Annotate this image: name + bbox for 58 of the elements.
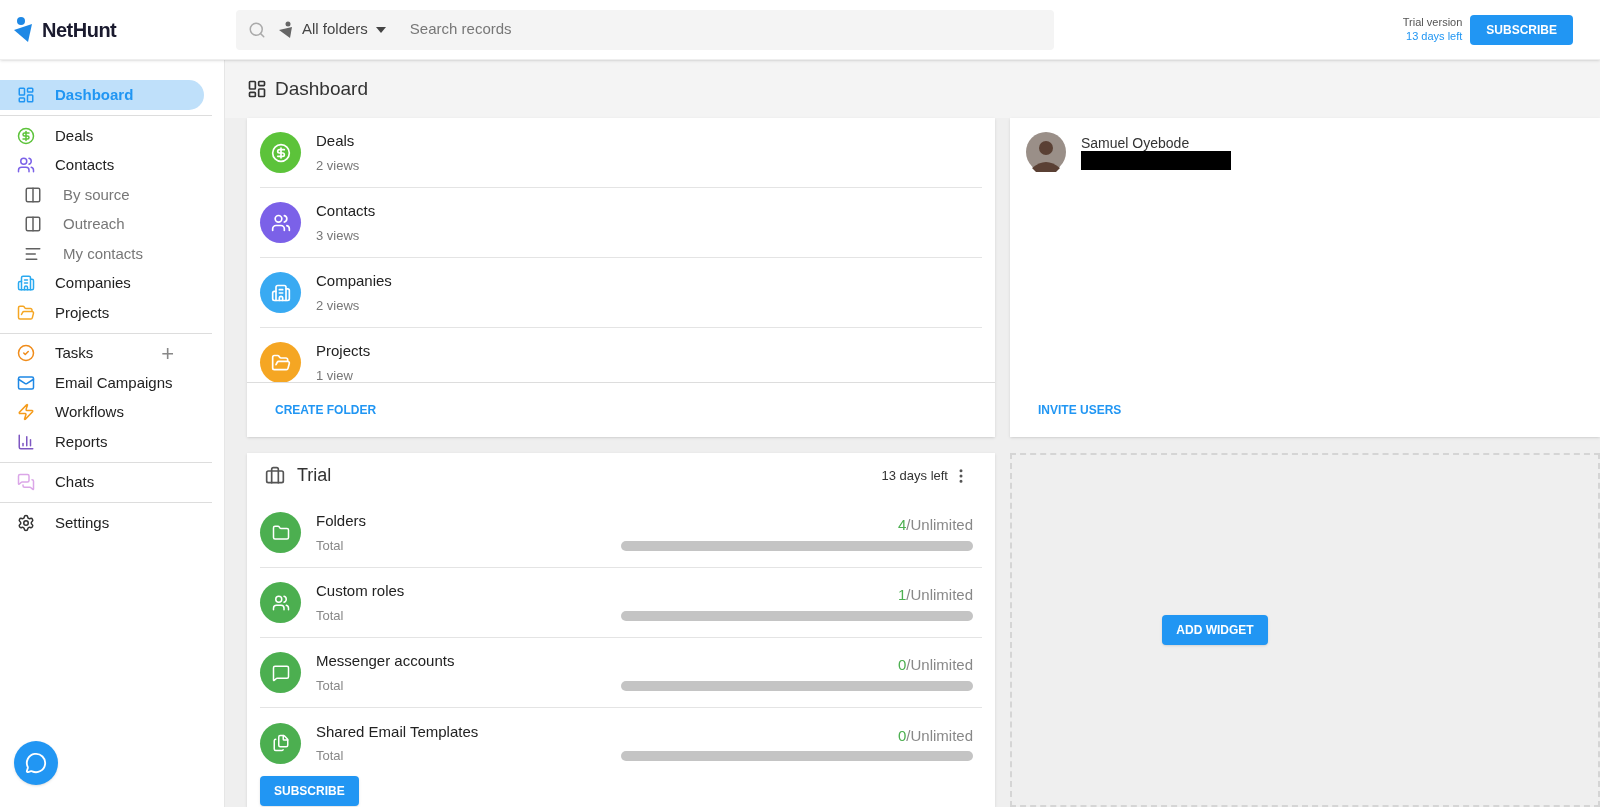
sidebar-item[interactable]: Chats — [0, 467, 204, 497]
sidebar-item[interactable]: Workflows — [0, 397, 204, 427]
sidebar-item[interactable]: Projects — [0, 298, 204, 328]
sidebar-item[interactable]: Deals — [0, 121, 204, 151]
people-icon — [260, 582, 301, 623]
folder-icon — [260, 512, 301, 553]
folder-name: Deals — [316, 130, 356, 151]
page-title: Dashboard — [275, 76, 368, 101]
hunter-icon — [278, 20, 294, 39]
dashboard-icon — [247, 79, 267, 99]
search-field[interactable]: All folders Search records — [236, 9, 1054, 50]
chat-launcher[interactable] — [14, 741, 58, 785]
sidebar-item[interactable]: Settings — [0, 508, 204, 538]
folder-row[interactable]: Contacts 3 views — [260, 188, 982, 258]
trial-days-left: 13 days left — [881, 466, 948, 485]
folder-views: 2 views — [316, 157, 360, 175]
chat-icon — [260, 652, 301, 693]
folder-views: 3 views — [316, 227, 361, 245]
avatar — [1026, 132, 1066, 172]
sidebar-item[interactable]: Reports — [0, 427, 204, 457]
folder-name: Companies — [316, 270, 392, 291]
brand-name: NetHunt — [42, 17, 117, 43]
limit-name: Messenger accounts — [316, 651, 456, 671]
user-name: Samuel Oyebode — [1081, 134, 1191, 151]
caret-icon — [375, 26, 386, 33]
sidebar-item[interactable]: Email Campaigns — [0, 368, 204, 398]
folder-row[interactable]: Deals 2 views — [260, 118, 982, 188]
documents-icon — [260, 722, 301, 764]
sidebar-item[interactable]: Tasks + — [0, 338, 204, 368]
folder-row[interactable]: Companies 2 views — [260, 258, 982, 328]
limit-count: 4/Unlimited — [897, 515, 973, 536]
limit-caption: Total — [316, 676, 345, 695]
search-icon — [248, 20, 266, 39]
limit-name: Folders — [316, 511, 368, 531]
sidebar-item[interactable]: Companies — [0, 268, 204, 298]
sidebar-item[interactable]: By source — [0, 180, 204, 210]
folder-name: Projects — [316, 340, 371, 361]
limit-count: 1/Unlimited — [897, 585, 973, 606]
add-task-button[interactable]: + — [161, 336, 174, 370]
folder-dropdown[interactable]: All folders — [278, 18, 386, 41]
sidebar-item[interactable]: Outreach — [0, 209, 204, 239]
limit-name: Custom roles — [316, 581, 406, 601]
limit-count: 0/Unlimited — [897, 725, 973, 746]
folder-name: Contacts — [316, 200, 376, 221]
folder-row[interactable]: Projects 1 view — [260, 328, 982, 382]
briefcase-icon — [265, 465, 285, 486]
limit-count: 0/Unlimited — [897, 655, 973, 676]
trial-title: Trial — [297, 464, 332, 487]
limit-name: Shared Email Templates — [316, 721, 480, 742]
limit-caption: Total — [316, 536, 345, 555]
chat-bubble-icon — [25, 752, 47, 774]
limit-caption: Total — [316, 606, 345, 625]
sidebar-item[interactable]: My contacts — [0, 239, 204, 269]
trial-label: Trial version — [1402, 15, 1463, 30]
sidebar-item[interactable]: Contacts — [0, 150, 204, 180]
folder-views: 1 view — [316, 367, 354, 382]
folder-views: 2 views — [316, 297, 361, 315]
limit-caption: Total — [316, 747, 345, 765]
